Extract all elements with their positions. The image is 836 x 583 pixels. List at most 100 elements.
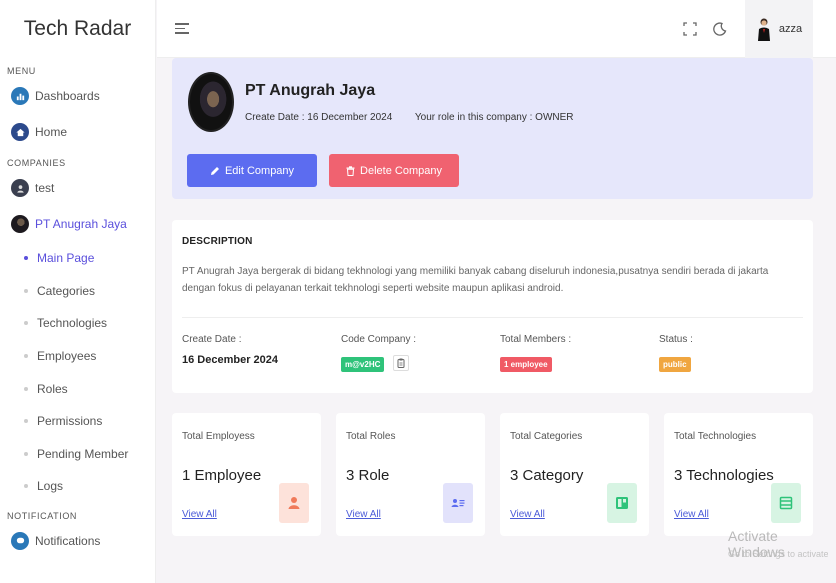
sidebar-subitem-categories[interactable]: Categories — [0, 275, 155, 308]
info-status: Status : public — [659, 334, 693, 372]
sidebar-item-label: Home — [35, 125, 68, 139]
stat-label: Total Categories — [510, 431, 583, 442]
trash-icon — [346, 165, 355, 176]
stat-value: 3 Role — [346, 467, 390, 484]
description-title: DESCRIPTION — [182, 236, 253, 247]
company-avatar-icon — [11, 179, 29, 197]
status-badge: public — [659, 357, 691, 372]
info-label: Total Members : — [500, 334, 572, 345]
view-all-link[interactable]: View All — [674, 509, 709, 520]
avatar — [756, 17, 772, 41]
activation-watermark-subtitle: Go to Settings to activate Windows. — [728, 549, 828, 559]
sidebar-item-company-anugrah[interactable]: PT Anugrah Jaya — [0, 206, 155, 242]
company-create-date: Create Date : 16 December 2024 — [245, 112, 393, 123]
home-icon — [11, 123, 29, 141]
fullscreen-icon[interactable] — [683, 22, 697, 36]
pencil-icon — [210, 166, 219, 175]
sidebar-item-dashboards[interactable]: Dashboards — [0, 78, 155, 114]
sidebar-subitem-label: Roles — [37, 381, 68, 396]
code-badge: m@v2HC — [341, 357, 385, 372]
sidebar: Tech Radar MENU Dashboards Home COMPANIE… — [0, 0, 156, 583]
description-text: PT Anugrah Jaya bergerak di bidang tekhn… — [182, 266, 769, 294]
copy-icon[interactable] — [392, 354, 409, 371]
delete-company-button[interactable]: Delete Company — [329, 154, 459, 187]
sidebar-subitem-label: Employees — [37, 349, 97, 364]
section-label-notification: NOTIFICATION — [7, 510, 78, 521]
stat-label: Total Roles — [346, 431, 396, 442]
stat-value: 1 Employee — [182, 467, 262, 484]
divider — [182, 317, 803, 318]
stat-label: Total Employess — [182, 431, 255, 442]
sidebar-subitem-label: Main Page — [37, 251, 95, 266]
sidebar-item-label: PT Anugrah Jaya — [35, 217, 127, 231]
stat-value: 3 Category — [510, 467, 584, 484]
sidebar-item-label: Dashboards — [35, 89, 100, 103]
sidebar-subitem-pending-member[interactable]: Pending Member — [0, 438, 155, 471]
user-icon — [279, 483, 309, 523]
bullet-icon — [24, 321, 28, 326]
user-menu[interactable]: azza — [745, 0, 813, 58]
sidebar-subitem-label: Logs — [37, 479, 64, 494]
company-logo — [188, 72, 234, 132]
info-code-company: Code Company : m@v2HC — [341, 334, 416, 372]
bullet-icon — [24, 256, 28, 261]
notification-icon — [11, 531, 29, 550]
bullet-icon — [24, 484, 28, 489]
company-meta: Create Date : 16 December 2024 Your role… — [245, 112, 594, 123]
stat-card-categories: Total Categories 3 Category View All — [500, 413, 649, 536]
info-label: Code Company : — [341, 334, 417, 345]
sidebar-subitem-roles[interactable]: Roles — [0, 372, 155, 405]
info-label: Status : — [659, 334, 693, 345]
company-logo-icon — [11, 215, 29, 233]
bullet-icon — [24, 419, 28, 424]
view-all-link[interactable]: View All — [510, 509, 545, 520]
stat-card-employees: Total Employess 1 Employee View All — [172, 413, 321, 536]
info-label: Create Date : — [182, 334, 242, 345]
technology-icon — [771, 483, 801, 523]
sidebar-subitem-label: Technologies — [37, 316, 108, 331]
section-label-companies: COMPANIES — [7, 158, 66, 168]
edit-company-label: Edit Company — [224, 164, 295, 177]
edit-company-button[interactable]: Edit Company — [187, 154, 317, 187]
stat-card-technologies: Total Technologies 3 Technologies View A… — [664, 413, 813, 536]
brand-logo[interactable]: Tech Radar — [0, 0, 155, 58]
bullet-icon — [24, 354, 28, 359]
sidebar-subitem-label: Categories — [37, 283, 96, 298]
info-create-date: Create Date : 16 December 2024 — [182, 334, 278, 366]
company-role: Your role in this company : OWNER — [414, 112, 574, 123]
sidebar-subitem-label: Permissions — [37, 414, 103, 429]
company-header-card: PT Anugrah Jaya Create Date : 16 Decembe… — [172, 58, 813, 199]
sidebar-item-label: Notifications — [35, 533, 101, 548]
view-all-link[interactable]: View All — [346, 509, 381, 520]
username: azza — [778, 23, 803, 35]
sidebar-item-notifications[interactable]: Notifications — [0, 523, 155, 559]
sidebar-subitem-technologies[interactable]: Technologies — [0, 307, 155, 340]
sidebar-subitem-permissions[interactable]: Permissions — [0, 405, 155, 438]
category-icon — [607, 483, 637, 523]
sidebar-subitem-main-page[interactable]: Main Page — [0, 242, 155, 275]
stat-value: 3 Technologies — [674, 467, 774, 484]
menu-toggle-icon[interactable] — [175, 23, 189, 37]
sidebar-subitem-logs[interactable]: Logs — [0, 470, 155, 503]
company-name: PT Anugrah Jaya — [245, 82, 376, 99]
delete-company-label: Delete Company — [360, 164, 442, 177]
id-card-icon — [443, 483, 473, 523]
stat-card-roles: Total Roles 3 Role View All — [336, 413, 485, 536]
bullet-icon — [24, 386, 28, 391]
section-label-menu: MENU — [7, 66, 36, 76]
dark-mode-icon[interactable] — [713, 22, 727, 36]
topbar: azza — [157, 0, 836, 58]
info-value: 16 December 2024 — [182, 354, 279, 366]
view-all-link[interactable]: View All — [182, 509, 217, 520]
sidebar-subitem-employees[interactable]: Employees — [0, 340, 155, 373]
info-total-members: Total Members : 1 employee — [500, 334, 571, 372]
stat-label: Total Technologies — [674, 431, 757, 442]
sidebar-item-home[interactable]: Home — [0, 114, 155, 150]
sidebar-item-label: test — [35, 181, 55, 195]
members-badge: 1 employee — [500, 357, 552, 372]
dashboard-icon — [11, 87, 29, 105]
bullet-icon — [24, 288, 28, 293]
sidebar-subitem-label: Pending Member — [37, 446, 129, 461]
sidebar-item-company-test[interactable]: test — [0, 170, 155, 206]
description-card: DESCRIPTION PT Anugrah Jaya bergerak di … — [172, 220, 813, 393]
